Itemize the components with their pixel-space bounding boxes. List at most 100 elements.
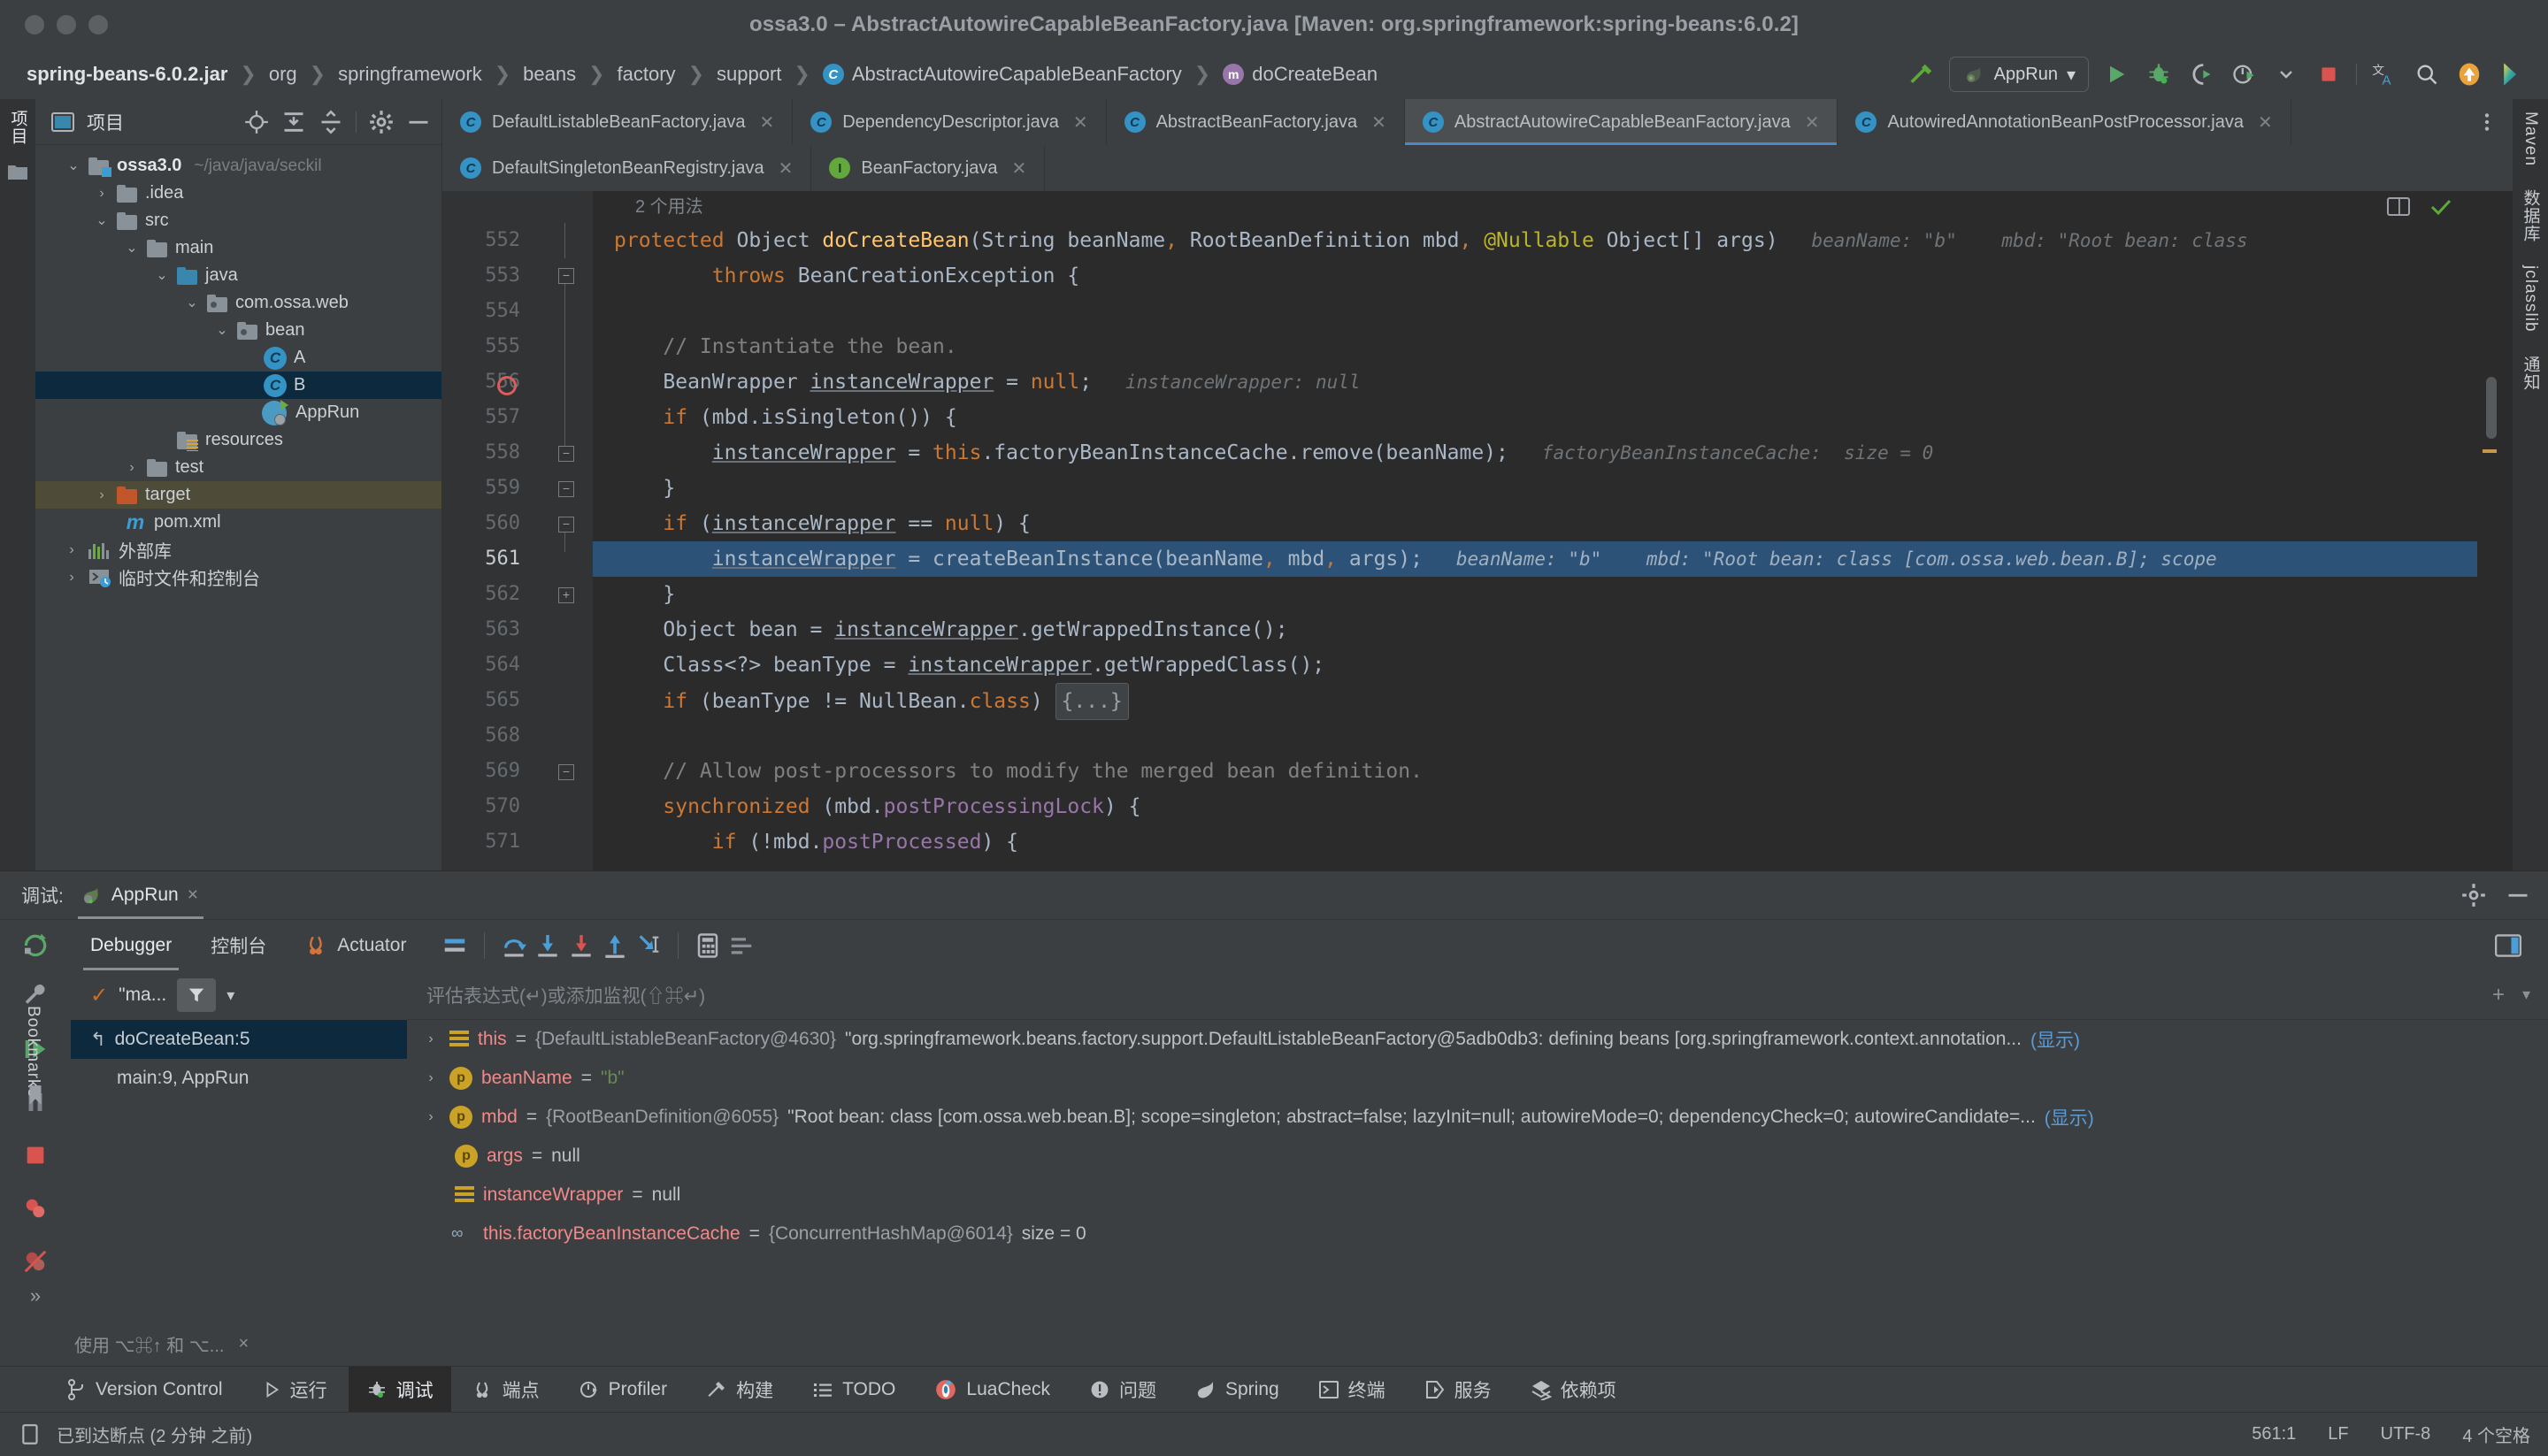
tab-DependencyDescriptor[interactable]: C DependencyDescriptor.java ✕ bbox=[793, 99, 1107, 145]
tree-node-external-libraries[interactable]: › 外部库 bbox=[35, 536, 441, 563]
chevron-down-icon[interactable] bbox=[2271, 59, 2301, 89]
view-breakpoints-icon[interactable] bbox=[19, 1192, 52, 1225]
tree-node-apprun[interactable]: AppRun bbox=[35, 399, 441, 426]
variable-row-beanName[interactable]: › p beanName = "b" bbox=[407, 1059, 2548, 1098]
fold-marker-collapse[interactable]: − bbox=[558, 481, 574, 497]
evaluate-expression-input[interactable]: 评估表达式(↵)或添加监视(⇧⌘↵) + ▾ bbox=[407, 970, 2548, 1020]
breadcrumb-item-beans[interactable]: beans bbox=[519, 61, 579, 88]
breadcrumb-item-springframework[interactable]: springframework bbox=[334, 61, 486, 88]
stop-program-icon[interactable] bbox=[19, 1138, 52, 1172]
run-to-cursor-icon[interactable] bbox=[632, 929, 665, 962]
ide-feedback-icon[interactable] bbox=[2497, 59, 2527, 89]
close-window-button[interactable] bbox=[25, 15, 44, 34]
tool-button-endpoints[interactable]: 端点 bbox=[455, 1367, 557, 1412]
close-icon[interactable]: ✕ bbox=[779, 157, 794, 180]
tree-node-idea[interactable]: › .idea bbox=[35, 180, 441, 207]
scrollbar-thumb[interactable] bbox=[2486, 377, 2497, 439]
close-icon[interactable]: ✕ bbox=[1012, 157, 1027, 180]
tab-DefaultSingletonBeanRegistry[interactable]: C DefaultSingletonBeanRegistry.java ✕ bbox=[442, 145, 812, 191]
updates-icon[interactable] bbox=[2454, 59, 2484, 89]
collapse-all-icon[interactable] bbox=[318, 110, 343, 134]
tool-button-spring[interactable]: Spring bbox=[1178, 1367, 1297, 1412]
usages-inlay-hint[interactable]: 2 个用法 bbox=[614, 191, 2500, 223]
breadcrumb-item-support[interactable]: support bbox=[713, 61, 785, 88]
chevron-down-icon[interactable]: ⌄ bbox=[211, 323, 234, 338]
fold-marker-collapse[interactable]: − bbox=[558, 517, 574, 533]
close-icon[interactable]: × bbox=[238, 1334, 249, 1354]
variable-row-args[interactable]: p args = null bbox=[407, 1137, 2548, 1176]
gear-icon[interactable] bbox=[2461, 883, 2486, 908]
tool-button-problems[interactable]: 问题 bbox=[1071, 1367, 1174, 1412]
thread-selector[interactable]: "ma... bbox=[119, 985, 166, 1006]
close-icon[interactable]: × bbox=[188, 885, 198, 906]
chevron-right-icon[interactable]: › bbox=[120, 460, 143, 475]
gear-icon[interactable] bbox=[369, 110, 394, 134]
tool-button-todo[interactable]: TODO bbox=[794, 1367, 913, 1412]
tab-AbstractBeanFactory[interactable]: C AbstractBeanFactory.java ✕ bbox=[1106, 99, 1405, 145]
debug-tab-actuator[interactable]: Actuator bbox=[286, 920, 426, 970]
chevron-down-icon[interactable]: ▾ bbox=[2522, 985, 2530, 1004]
chevron-down-icon[interactable]: ⌄ bbox=[150, 268, 173, 283]
inspection-ok-icon[interactable] bbox=[2429, 196, 2452, 218]
line-separator[interactable]: LF bbox=[2328, 1424, 2348, 1445]
chevron-down-icon[interactable]: ⌄ bbox=[90, 213, 113, 228]
show-value-link[interactable]: (显示) bbox=[2045, 1104, 2094, 1130]
tree-node-resources[interactable]: resources bbox=[35, 426, 441, 454]
reader-mode-icon[interactable] bbox=[2387, 196, 2410, 218]
tree-node-bean[interactable]: ⌄ bean bbox=[35, 317, 441, 344]
expand-hint-icon[interactable]: » bbox=[19, 1279, 52, 1313]
breakpoint-icon[interactable] bbox=[497, 376, 517, 395]
chevron-down-icon[interactable]: ⌄ bbox=[180, 295, 203, 310]
fold-marker-collapse[interactable]: − bbox=[558, 764, 574, 780]
tool-button-services[interactable]: 服务 bbox=[1407, 1367, 1509, 1412]
translate-icon[interactable]: 文A bbox=[2369, 59, 2399, 89]
tool-button-run[interactable]: 运行 bbox=[244, 1367, 345, 1412]
chevron-right-icon[interactable]: › bbox=[60, 570, 83, 585]
tool-button-build[interactable]: 构建 bbox=[688, 1367, 791, 1412]
indent-setting[interactable]: 4 个空格 bbox=[2462, 1422, 2530, 1447]
caret-position[interactable]: 561:1 bbox=[2252, 1424, 2296, 1445]
stack-frame-row[interactable]: ↰ doCreateBean:5 bbox=[71, 1020, 407, 1059]
close-icon[interactable]: ✕ bbox=[2258, 111, 2273, 134]
fold-marker-collapse[interactable]: − bbox=[558, 446, 574, 462]
breadcrumb-item-org[interactable]: org bbox=[265, 61, 301, 88]
rerun-button[interactable] bbox=[0, 931, 71, 960]
tree-node-main[interactable]: ⌄ main bbox=[35, 234, 441, 262]
run-configuration-selector[interactable]: AppRun ▾ bbox=[1948, 57, 2089, 92]
tree-node-src[interactable]: ⌄ src bbox=[35, 207, 441, 234]
editor-scrollbar[interactable] bbox=[2477, 191, 2500, 870]
step-out-icon[interactable] bbox=[598, 929, 632, 962]
breadcrumb-item-class[interactable]: C AbstractAutowireCapableBeanFactory bbox=[819, 61, 1186, 88]
tree-node-pom-xml[interactable]: m pom.xml bbox=[35, 509, 441, 536]
fold-marker-collapse[interactable]: − bbox=[558, 268, 574, 284]
chevron-right-icon[interactable]: › bbox=[421, 1031, 441, 1047]
chevron-down-icon[interactable]: ⌄ bbox=[120, 241, 143, 256]
tree-node-test[interactable]: › test bbox=[35, 454, 441, 481]
variable-row-instanceWrapper[interactable]: instanceWrapper = null bbox=[407, 1176, 2548, 1215]
tree-node-scratches[interactable]: › 临时文件和控制台 bbox=[35, 563, 441, 591]
chevron-right-icon[interactable]: › bbox=[90, 487, 113, 502]
debug-tab-console[interactable]: 控制台 bbox=[191, 920, 286, 970]
tool-window-notifications-button[interactable]: 通知 bbox=[2519, 356, 2543, 391]
maximize-window-button[interactable] bbox=[88, 15, 108, 34]
scroll-marker[interactable] bbox=[2483, 449, 2497, 453]
tool-button-debug[interactable]: 调试 bbox=[348, 1367, 451, 1412]
chevron-down-icon[interactable]: ⌄ bbox=[62, 158, 85, 173]
tab-AutowiredAnnotationBeanPostProcessor[interactable]: C AutowiredAnnotationBeanPostProcessor.j… bbox=[1838, 99, 2291, 145]
step-into-icon[interactable] bbox=[531, 929, 564, 962]
profiler-icon[interactable] bbox=[2229, 59, 2259, 89]
chevron-right-icon[interactable]: › bbox=[421, 1109, 441, 1125]
restore-layout-icon[interactable] bbox=[2491, 929, 2525, 962]
layout-icon[interactable] bbox=[438, 929, 472, 962]
code-editor[interactable]: 552 553 554 555 556 557 558 559 560 561 … bbox=[442, 191, 2513, 870]
filter-frames-icon[interactable] bbox=[177, 978, 217, 1012]
tree-node-target[interactable]: › target bbox=[35, 481, 441, 509]
close-icon[interactable]: ✕ bbox=[1073, 111, 1088, 134]
show-value-link[interactable]: (显示) bbox=[2030, 1026, 2080, 1053]
tab-DefaultListableBeanFactory[interactable]: C DefaultListableBeanFactory.java ✕ bbox=[442, 99, 794, 145]
breadcrumb-item-method[interactable]: m doCreateBean bbox=[1219, 61, 1381, 88]
run-icon[interactable] bbox=[2101, 59, 2131, 89]
tool-button-version-control[interactable]: Version Control bbox=[50, 1367, 241, 1412]
close-icon[interactable]: ✕ bbox=[1805, 111, 1820, 134]
folded-code-placeholder[interactable]: {...} bbox=[1055, 683, 1129, 720]
